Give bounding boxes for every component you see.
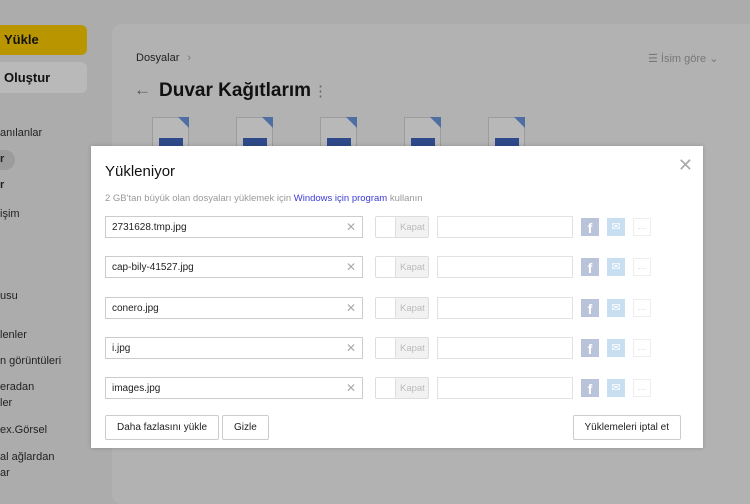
toggle-label: Kapat bbox=[400, 262, 425, 273]
facebook-icon[interactable]: f bbox=[581, 258, 599, 276]
dialog-title: Yükleniyor bbox=[105, 163, 176, 180]
share-toggle[interactable]: Kapat bbox=[375, 297, 429, 319]
toggle-label: Kapat bbox=[400, 383, 425, 394]
toggle-knob[interactable] bbox=[376, 217, 396, 237]
upload-button[interactable]: Yükle bbox=[0, 25, 87, 55]
share-link-field[interactable] bbox=[437, 216, 573, 238]
file-name-field[interactable]: i.jpg ✕ bbox=[105, 337, 363, 359]
sidebar-item-photos[interactable]: r bbox=[0, 179, 4, 191]
cancel-uploads-button[interactable]: Yüklemeleri iptal et bbox=[572, 415, 681, 440]
page-title: Duvar Kağıtlarım bbox=[159, 80, 312, 101]
share-toggle[interactable]: Kapat bbox=[375, 377, 429, 399]
upload-row: i.jpg ✕ Kapat f ✉ … bbox=[105, 337, 665, 359]
toggle-label: Kapat bbox=[400, 343, 425, 354]
share-toggle[interactable]: Kapat bbox=[375, 216, 429, 238]
mail-icon[interactable]: ✉ bbox=[607, 379, 625, 397]
sidebar-item-camera-2[interactable]: ler bbox=[0, 397, 12, 409]
hint-text: 2 GB'tan büyük olan dosyaları yüklemek i… bbox=[105, 193, 294, 204]
upload-row: cap-bily-41527.jpg ✕ Kapat f ✉ … bbox=[105, 256, 665, 278]
sidebar-item-album[interactable]: usu bbox=[0, 290, 18, 302]
upload-row: 2731628.tmp.jpg ✕ Kapat f ✉ … bbox=[105, 216, 665, 238]
more-icon[interactable]: … bbox=[633, 258, 651, 276]
remove-icon[interactable]: ✕ bbox=[346, 260, 356, 274]
share-link-field[interactable] bbox=[437, 337, 573, 359]
upload-row: images.jpg ✕ Kapat f ✉ … bbox=[105, 377, 665, 399]
file-name-field[interactable]: conero.jpg ✕ bbox=[105, 297, 363, 319]
sidebar-item-files[interactable]: r bbox=[0, 153, 4, 165]
file-name: cap-bily-41527.jpg bbox=[112, 262, 194, 273]
chevron-down-icon: ⌄ bbox=[706, 53, 719, 65]
facebook-icon[interactable]: f bbox=[581, 299, 599, 317]
toggle-knob[interactable] bbox=[376, 298, 396, 318]
remove-icon[interactable]: ✕ bbox=[346, 220, 356, 234]
more-icon[interactable]: … bbox=[633, 379, 651, 397]
sidebar-item-social-1[interactable]: al ağlardan bbox=[0, 451, 54, 463]
sort-dropdown[interactable]: ☰ İsim göre ⌄ bbox=[648, 52, 718, 65]
more-icon[interactable]: … bbox=[633, 218, 651, 236]
upload-row: conero.jpg ✕ Kapat f ✉ … bbox=[105, 297, 665, 319]
share-toggle[interactable]: Kapat bbox=[375, 256, 429, 278]
sort-icon: ☰ bbox=[648, 53, 661, 65]
hide-button[interactable]: Gizle bbox=[222, 415, 269, 440]
sidebar-item-camera-1[interactable]: eradan bbox=[0, 381, 34, 393]
sort-label: İsim göre bbox=[660, 53, 707, 65]
remove-icon[interactable]: ✕ bbox=[346, 341, 356, 355]
breadcrumb-files[interactable]: Dosyalar bbox=[136, 52, 179, 64]
create-button[interactable]: Oluştur bbox=[0, 62, 87, 93]
remove-icon[interactable]: ✕ bbox=[346, 301, 356, 315]
share-toggle[interactable]: Kapat bbox=[375, 337, 429, 359]
remove-icon[interactable]: ✕ bbox=[346, 381, 356, 395]
mail-icon[interactable]: ✉ bbox=[607, 218, 625, 236]
sidebar-item-recent[interactable]: anılanlar bbox=[0, 127, 42, 139]
mail-icon[interactable]: ✉ bbox=[607, 339, 625, 357]
sidebar-item-shared[interactable]: işim bbox=[0, 208, 20, 220]
file-name: images.jpg bbox=[112, 383, 161, 394]
file-name-field[interactable]: cap-bily-41527.jpg ✕ bbox=[105, 256, 363, 278]
sidebar-item-social-2[interactable]: ar bbox=[0, 467, 10, 479]
mail-icon[interactable]: ✉ bbox=[607, 299, 625, 317]
upload-dialog: Yükleniyor ✕ 2 GB'tan büyük olan dosyala… bbox=[91, 146, 703, 448]
close-icon[interactable]: ✕ bbox=[678, 155, 693, 176]
upload-hint: 2 GB'tan büyük olan dosyaları yüklemek i… bbox=[105, 193, 423, 204]
share-link-field[interactable] bbox=[437, 256, 573, 278]
chevron-right-icon: › bbox=[187, 52, 192, 64]
more-icon[interactable]: … bbox=[633, 299, 651, 317]
facebook-icon[interactable]: f bbox=[581, 379, 599, 397]
toggle-knob[interactable] bbox=[376, 338, 396, 358]
more-vert-icon[interactable]: ⋮ bbox=[313, 82, 328, 100]
breadcrumb[interactable]: Dosyalar › bbox=[136, 52, 191, 64]
sidebar-item-favorites[interactable]: lenler bbox=[0, 329, 27, 341]
file-name: 2731628.tmp.jpg bbox=[112, 222, 187, 233]
toggle-label: Kapat bbox=[400, 303, 425, 314]
mail-icon[interactable]: ✉ bbox=[607, 258, 625, 276]
file-name: conero.jpg bbox=[112, 303, 159, 314]
facebook-icon[interactable]: f bbox=[581, 218, 599, 236]
toggle-knob[interactable] bbox=[376, 257, 396, 277]
more-icon[interactable]: … bbox=[633, 339, 651, 357]
facebook-icon[interactable]: f bbox=[581, 339, 599, 357]
toggle-label: Kapat bbox=[400, 222, 425, 233]
back-arrow-icon[interactable]: ← bbox=[134, 80, 151, 100]
windows-program-link[interactable]: Windows için program bbox=[294, 193, 387, 204]
share-link-field[interactable] bbox=[437, 377, 573, 399]
file-name-field[interactable]: 2731628.tmp.jpg ✕ bbox=[105, 216, 363, 238]
toggle-knob[interactable] bbox=[376, 378, 396, 398]
upload-more-button[interactable]: Daha fazlasını yükle bbox=[105, 415, 220, 440]
sidebar-item-screenshots[interactable]: n görüntüleri bbox=[0, 355, 61, 367]
sidebar-item-gorsel[interactable]: ex.Görsel bbox=[0, 424, 47, 436]
hint-text-end: kullanın bbox=[387, 193, 423, 204]
file-name: i.jpg bbox=[112, 343, 131, 354]
file-name-field[interactable]: images.jpg ✕ bbox=[105, 377, 363, 399]
share-link-field[interactable] bbox=[437, 297, 573, 319]
